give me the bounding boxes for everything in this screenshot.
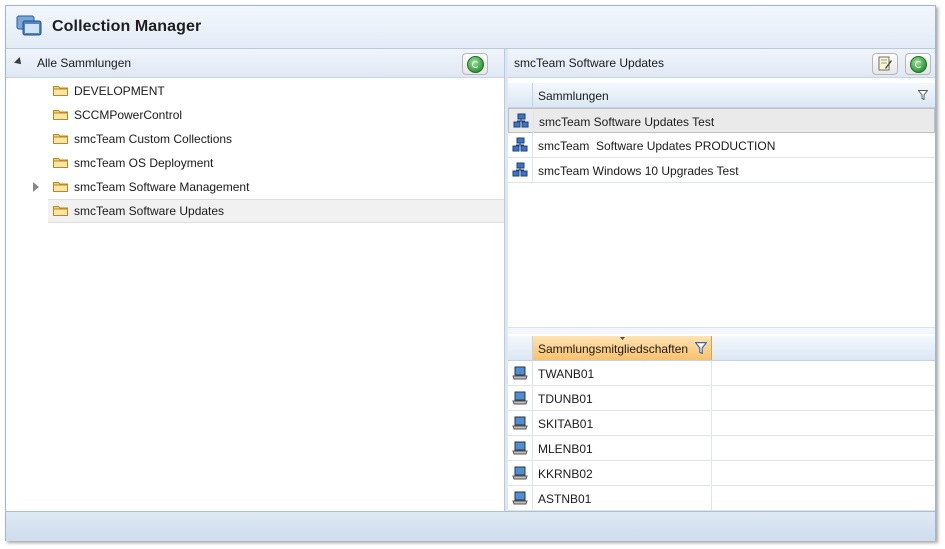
cell-divider xyxy=(532,361,533,385)
tree-root-label[interactable]: Alle Sammlungen xyxy=(37,56,131,70)
details-header: smcTeam Software Updates xyxy=(508,49,935,78)
tree-header: Alle Sammlungen xyxy=(6,49,504,78)
sort-indicator-icon xyxy=(620,337,625,340)
member-row[interactable]: TDUNB01 xyxy=(508,386,935,411)
window-title: Collection Manager xyxy=(52,18,202,35)
member-row[interactable]: KKRNB02 xyxy=(508,461,935,486)
tree-item-custom-collections[interactable]: smcTeam Custom Collections xyxy=(6,127,504,151)
tree-item-software-updates[interactable]: smcTeam Software Updates xyxy=(48,199,504,223)
cell-divider xyxy=(532,133,533,157)
cell-divider xyxy=(711,386,712,410)
member-name: TWANB01 xyxy=(538,367,595,381)
cell-divider xyxy=(711,361,712,385)
tree-item-development[interactable]: DEVELOPMENT xyxy=(6,79,504,103)
horizontal-splitter[interactable] xyxy=(508,327,935,334)
cell-divider xyxy=(711,461,712,485)
collection-icon xyxy=(513,113,529,128)
member-row[interactable]: MLENB01 xyxy=(508,436,935,461)
member-name: KKRNB02 xyxy=(538,467,593,481)
refresh-icon xyxy=(467,56,484,73)
laptop-icon xyxy=(512,441,528,455)
laptop-icon xyxy=(512,366,528,380)
filter-icon[interactable] xyxy=(918,90,928,100)
edit-note-icon xyxy=(878,56,892,71)
cell-divider xyxy=(533,109,534,133)
folder-icon xyxy=(53,86,68,96)
tree-item-label: smcTeam Software Management xyxy=(74,180,250,194)
collection-row[interactable]: smcTeam Windows 10 Upgrades Test xyxy=(508,158,935,183)
member-row[interactable]: ASTNB01 xyxy=(508,486,935,511)
folder-icon xyxy=(53,206,68,216)
refresh-tree-button[interactable] xyxy=(462,53,488,75)
cell-divider xyxy=(711,486,712,510)
folder-icon xyxy=(53,182,68,192)
members-grid-header: Sammlungsmitgliedschaften xyxy=(508,336,935,361)
filter-icon[interactable] xyxy=(695,342,707,354)
collection-row[interactable]: smcTeam Software Updates Test xyxy=(508,108,935,133)
cell-divider xyxy=(532,486,533,510)
row-selector-header xyxy=(508,83,533,107)
status-bar xyxy=(6,511,935,541)
collection-manager-app-icon xyxy=(16,15,42,36)
column-header-sammlungsmitgliedschaften[interactable]: Sammlungsmitgliedschaften xyxy=(533,336,712,360)
collections-tree-pane: Alle Sammlungen DEVELOPMENT SCCMPowerCon… xyxy=(6,49,504,511)
selected-folder-title: smcTeam Software Updates xyxy=(514,56,665,70)
tree-item-os-deployment[interactable]: smcTeam OS Deployment xyxy=(6,151,504,175)
folder-icon xyxy=(53,158,68,168)
collections-grid-header: Sammlungen xyxy=(508,83,935,108)
member-name: MLENB01 xyxy=(538,442,593,456)
cell-divider xyxy=(532,158,533,182)
collection-name: smcTeam Software Updates PRODUCTION xyxy=(538,139,776,153)
title-bar: Collection Manager xyxy=(6,6,935,49)
folder-icon xyxy=(53,134,68,144)
tree-item-label: smcTeam Custom Collections xyxy=(74,132,233,146)
member-name: TDUNB01 xyxy=(538,392,593,406)
cell-divider xyxy=(711,411,712,435)
laptop-icon xyxy=(512,416,528,430)
cell-divider xyxy=(711,436,712,460)
tree-item-label: smcTeam OS Deployment xyxy=(74,156,214,170)
member-name: SKITAB01 xyxy=(538,417,594,431)
expand-arrow-icon[interactable] xyxy=(33,182,39,192)
member-name: ASTNB01 xyxy=(538,492,592,506)
collection-name: smcTeam Software Updates Test xyxy=(539,115,715,129)
column-header-sammlungen[interactable]: Sammlungen xyxy=(533,83,933,107)
cell-divider xyxy=(532,386,533,410)
collection-icon xyxy=(512,162,528,177)
folder-icon xyxy=(53,110,68,120)
collection-name: smcTeam Windows 10 Upgrades Test xyxy=(538,164,739,178)
cell-divider xyxy=(532,461,533,485)
collection-manager-window: Collection Manager Alle Sammlungen DEVEL… xyxy=(5,5,936,541)
member-row[interactable]: TWANB01 xyxy=(508,361,935,386)
edit-button[interactable] xyxy=(872,53,898,75)
collapse-root-icon[interactable] xyxy=(14,57,24,67)
row-selector-header xyxy=(508,336,533,360)
collection-folder-tree: DEVELOPMENT SCCMPowerControl smcTeam Cus… xyxy=(6,79,504,223)
refresh-details-button[interactable] xyxy=(905,53,931,75)
collection-details-pane: smcTeam Software Updates Sammlungen smcT… xyxy=(508,49,935,511)
column-header-label: Sammlungsmitgliedschaften xyxy=(538,342,689,356)
member-row[interactable]: SKITAB01 xyxy=(508,411,935,436)
collection-icon xyxy=(512,137,528,152)
laptop-icon xyxy=(512,391,528,405)
tree-item-sccmpowercontrol[interactable]: SCCMPowerControl xyxy=(6,103,504,127)
cell-divider xyxy=(532,411,533,435)
tree-item-label: SCCMPowerControl xyxy=(74,108,183,122)
laptop-icon xyxy=(512,466,528,480)
laptop-icon xyxy=(512,491,528,505)
collection-row[interactable]: smcTeam Software Updates PRODUCTION xyxy=(508,133,935,158)
tree-item-software-management[interactable]: smcTeam Software Management xyxy=(6,175,504,199)
column-header-label: Sammlungen xyxy=(538,89,609,103)
refresh-icon xyxy=(910,56,927,73)
cell-divider xyxy=(532,436,533,460)
tree-item-label: DEVELOPMENT xyxy=(74,84,165,98)
tree-item-label: smcTeam Software Updates xyxy=(74,204,225,218)
